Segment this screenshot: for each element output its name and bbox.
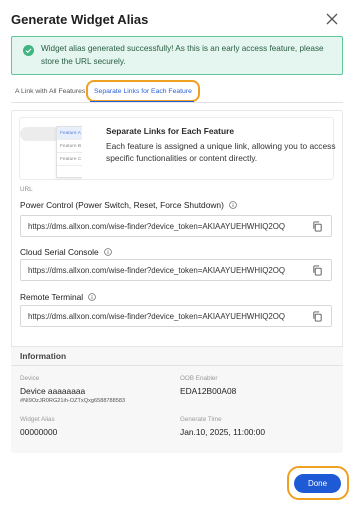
check-circle-icon [23, 45, 34, 56]
cloud-serial-console-url-field[interactable]: https://dms.allxon.com/wise-finder?devic… [20, 259, 332, 281]
url-value[interactable]: https://dms.allxon.com/wise-finder?devic… [28, 266, 285, 275]
generate-time-label: Generate Time [180, 416, 222, 423]
oob-enabler-value: EDA12B00A08 [180, 386, 237, 396]
url-value[interactable]: https://dms.allxon.com/wise-finder?devic… [28, 222, 285, 231]
illustration-card: Feature A Feature B Feature C [56, 126, 82, 178]
field-label-text: Remote Terminal [20, 292, 84, 302]
done-button[interactable]: Done [294, 474, 341, 493]
url-value[interactable]: https://dms.allxon.com/wise-finder?devic… [28, 312, 285, 321]
oob-enabler-label: OOB Enabler [180, 375, 218, 382]
field-label-text: Power Control (Power Switch, Reset, Forc… [20, 200, 224, 210]
generate-time-value: Jan.10, 2025, 11:00:00 [180, 427, 266, 437]
feature-illustration: Feature A Feature B Feature C [20, 122, 82, 180]
remote-terminal-url-field[interactable]: https://dms.allxon.com/wise-finder?devic… [20, 305, 332, 327]
tabs-divider [11, 102, 343, 103]
tab-separate-links[interactable]: Separate Links for Each Feature [94, 88, 192, 95]
device-value: Device aaaaaaaa [20, 386, 86, 396]
tab-all-features[interactable]: A Link with All Features [15, 88, 85, 95]
device-id: #NI9OzJR0RG21ih-OZTxQxg6588788583 [20, 398, 126, 404]
information-title: Information [20, 351, 67, 361]
remote-terminal-label: Remote Terminal [20, 292, 97, 302]
power-control-label: Power Control (Power Switch, Reset, Forc… [20, 200, 238, 210]
info-icon[interactable] [88, 293, 97, 301]
power-control-url-field[interactable]: https://dms.allxon.com/wise-finder?devic… [20, 215, 332, 237]
success-banner: Widget alias generated successfully! As … [11, 36, 343, 75]
copy-icon[interactable] [312, 311, 323, 322]
info-icon[interactable] [229, 201, 238, 209]
device-label: Device [20, 375, 40, 382]
illustration-item: Feature A [57, 127, 82, 140]
url-section-header: URL [20, 186, 33, 193]
field-label-text: Cloud Serial Console [20, 247, 99, 257]
close-icon[interactable] [326, 13, 338, 25]
copy-icon[interactable] [312, 265, 323, 276]
feature-description: Each feature is assigned a unique link, … [106, 141, 336, 164]
page-title: Generate Widget Alias [11, 12, 149, 27]
illustration-item: Feature B [57, 140, 82, 153]
widget-alias-label: Widget Alias [20, 416, 55, 423]
illustration-item: Feature C [57, 153, 82, 166]
success-message: Widget alias generated successfully! As … [41, 44, 324, 66]
widget-alias-value: 00000000 [20, 427, 58, 437]
cloud-serial-console-label: Cloud Serial Console [20, 247, 112, 257]
copy-icon[interactable] [312, 221, 323, 232]
feature-title: Separate Links for Each Feature [106, 126, 234, 136]
info-icon[interactable] [104, 248, 112, 256]
information-divider [11, 365, 343, 366]
